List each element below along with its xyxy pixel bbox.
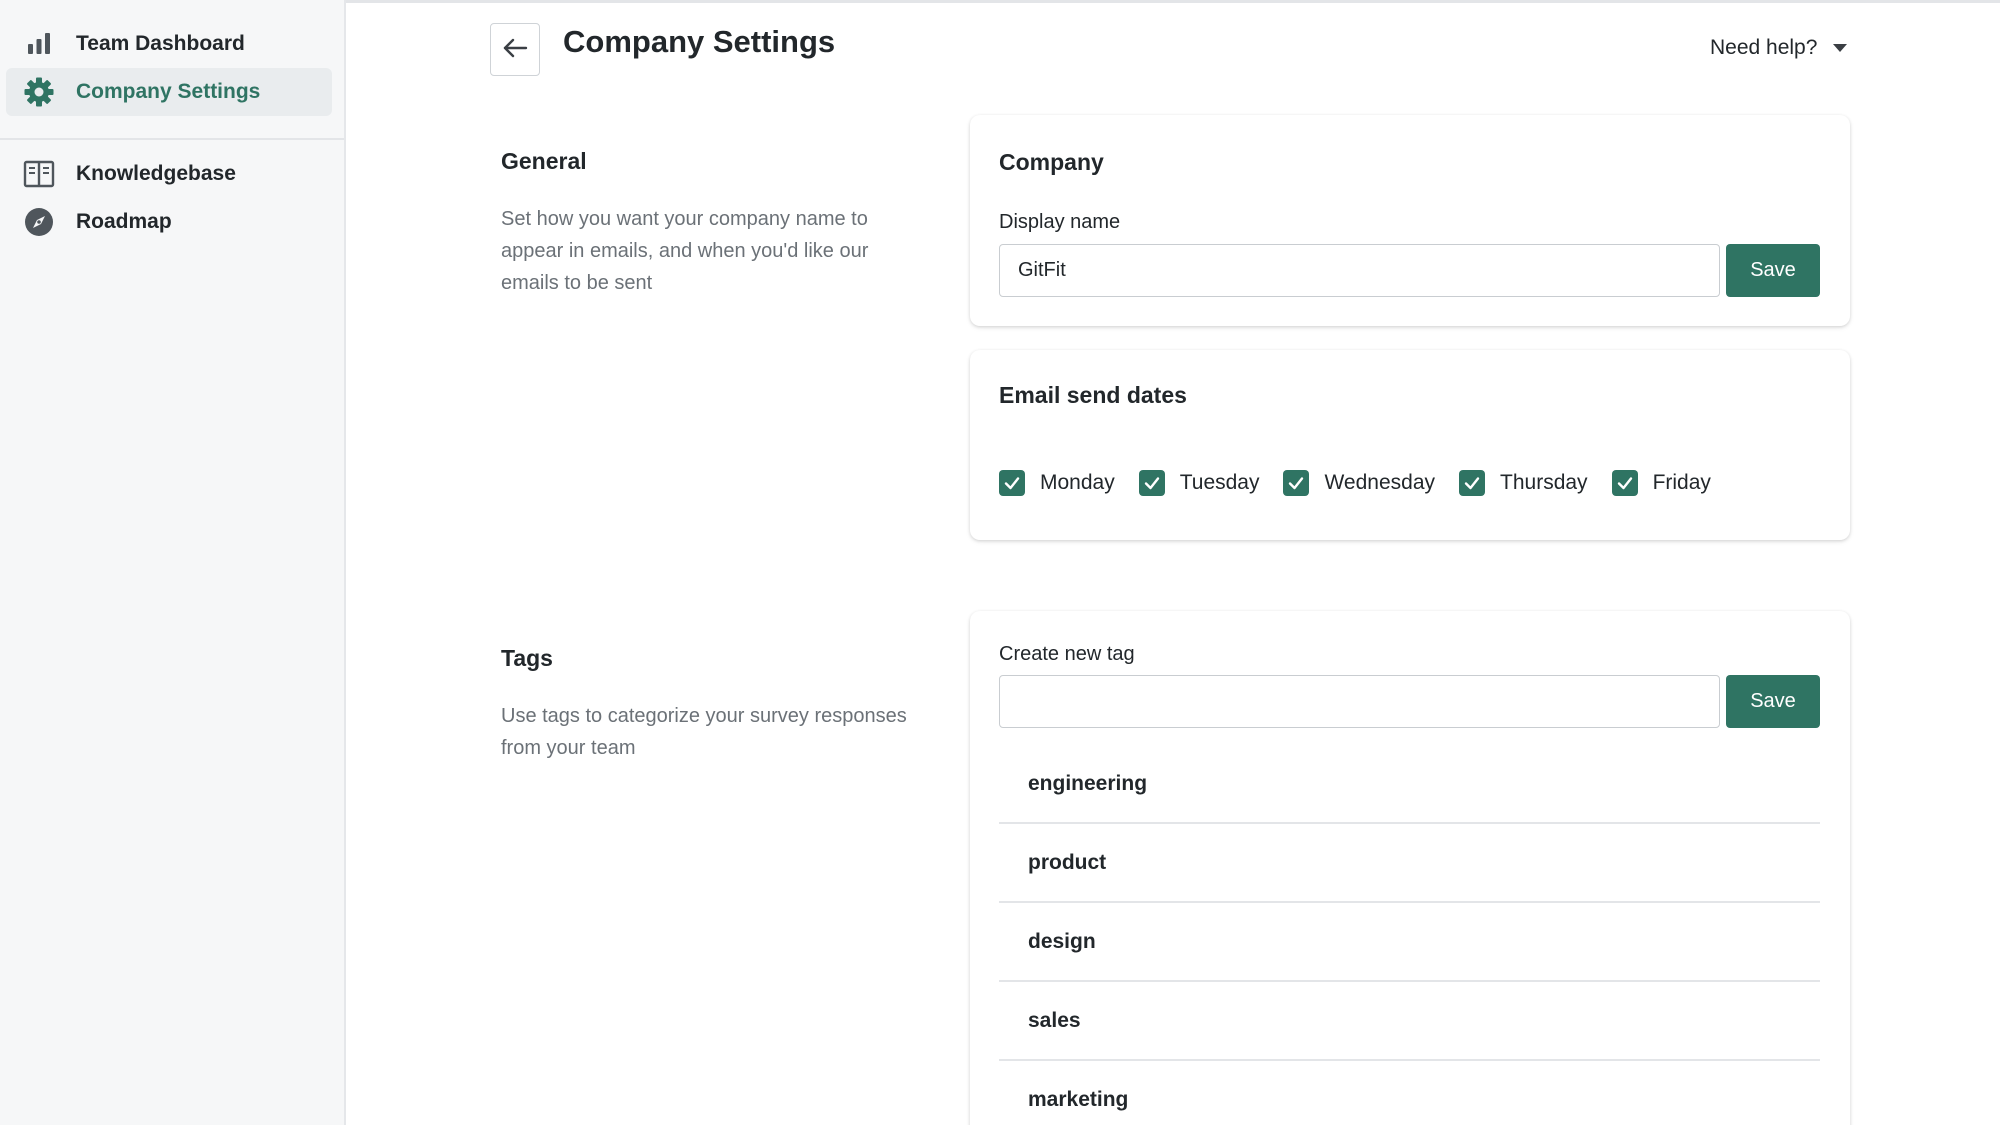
sidebar-group-main: Team Dashboard Company Settings xyxy=(0,0,344,116)
book-icon xyxy=(22,157,56,191)
sidebar-divider xyxy=(0,138,344,140)
sidebar-group-resources: Knowledgebase Roadmap xyxy=(0,150,344,246)
sidebar-item-label: Team Dashboard xyxy=(76,32,245,55)
tag-row-product[interactable]: product xyxy=(999,824,1820,903)
gear-icon xyxy=(22,75,56,109)
checkmark-icon xyxy=(1283,470,1310,496)
email-send-dates-card: Email send dates Monday Tuesday Wednesda… xyxy=(970,350,1850,540)
day-label: Thursday xyxy=(1500,471,1588,494)
checkmark-icon xyxy=(1611,470,1638,496)
general-section-description: Set how you want your company name to ap… xyxy=(501,208,869,294)
day-label: Monday xyxy=(1040,471,1115,494)
tag-row-design[interactable]: design xyxy=(999,903,1820,982)
display-name-label: Display name xyxy=(999,211,1121,233)
day-checkbox-tuesday[interactable]: Tuesday xyxy=(1138,470,1260,496)
display-name-input[interactable] xyxy=(999,244,1720,297)
day-label: Tuesday xyxy=(1179,471,1260,494)
sidebar-item-company-settings[interactable]: Company Settings xyxy=(6,68,332,116)
sidebar-item-team-dashboard[interactable]: Team Dashboard xyxy=(6,20,332,68)
sidebar-item-knowledgebase[interactable]: Knowledgebase xyxy=(6,150,332,198)
sidebar: Team Dashboard Company Settings Knowledg… xyxy=(0,0,346,1125)
tag-name: marketing xyxy=(1028,1087,1129,1111)
checkmark-icon xyxy=(1138,470,1165,496)
caret-down-icon xyxy=(1833,44,1848,52)
day-label: Friday xyxy=(1652,471,1711,494)
tag-name: engineering xyxy=(1028,771,1148,795)
main-content: Company Settings Need help? General Set … xyxy=(348,0,2000,1125)
email-days-group: Monday Tuesday Wednesday Thursday Friday xyxy=(999,470,1735,496)
new-tag-input[interactable] xyxy=(999,675,1720,728)
day-checkbox-friday[interactable]: Friday xyxy=(1611,470,1711,496)
company-card-title: Company xyxy=(999,149,1104,175)
day-checkbox-thursday[interactable]: Thursday xyxy=(1459,470,1588,496)
email-send-dates-title: Email send dates xyxy=(999,382,1187,408)
tag-name: sales xyxy=(1028,1008,1081,1032)
checkmark-icon xyxy=(999,470,1025,496)
compass-icon xyxy=(22,205,56,239)
tag-name: design xyxy=(1028,929,1096,953)
general-section-title: General xyxy=(501,148,587,174)
tags-section-description: Use tags to categorize your survey respo… xyxy=(501,705,907,759)
save-company-button[interactable]: Save xyxy=(1726,244,1820,297)
day-label: Wednesday xyxy=(1324,471,1436,494)
sidebar-item-roadmap[interactable]: Roadmap xyxy=(6,198,332,246)
need-help-dropdown[interactable]: Need help? xyxy=(1710,36,1848,60)
tags-section-title: Tags xyxy=(501,645,553,671)
tag-list: engineering product design sales marketi… xyxy=(999,745,1820,1125)
sidebar-item-label: Company Settings xyxy=(76,80,261,103)
company-card: Company Display name Save xyxy=(970,115,1850,326)
checkmark-icon xyxy=(1459,470,1486,496)
back-button[interactable] xyxy=(490,23,540,76)
save-tag-button[interactable]: Save xyxy=(1726,675,1820,728)
tag-row-engineering[interactable]: engineering xyxy=(999,745,1820,824)
need-help-label: Need help? xyxy=(1710,36,1818,59)
bar-chart-icon xyxy=(22,27,56,61)
tag-name: product xyxy=(1028,850,1107,874)
tag-row-sales[interactable]: sales xyxy=(999,982,1820,1061)
create-tag-label: Create new tag xyxy=(999,643,1135,665)
arrow-left-icon xyxy=(502,37,528,62)
tag-row-marketing[interactable]: marketing xyxy=(999,1061,1820,1125)
day-checkbox-monday[interactable]: Monday xyxy=(999,470,1115,496)
sidebar-item-label: Roadmap xyxy=(76,210,172,233)
page-title: Company Settings xyxy=(563,24,836,59)
tags-card: Create new tag Save engineering product … xyxy=(970,611,1850,1125)
sidebar-item-label: Knowledgebase xyxy=(76,162,236,185)
day-checkbox-wednesday[interactable]: Wednesday xyxy=(1283,470,1435,496)
